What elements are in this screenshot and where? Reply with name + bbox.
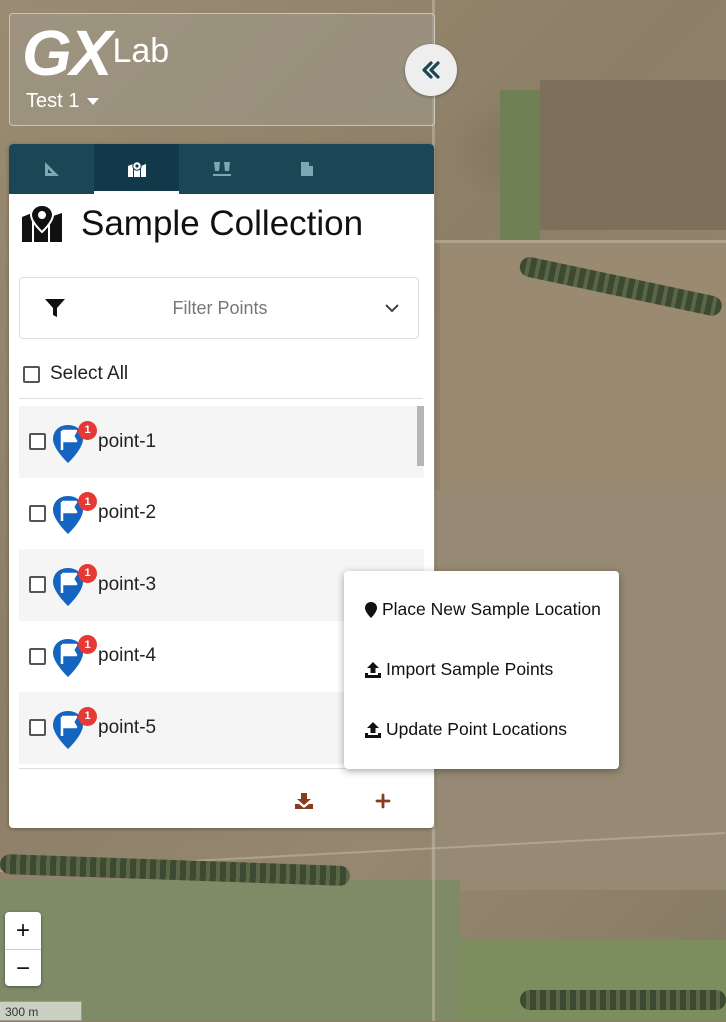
download-icon (295, 793, 313, 809)
flag-pin-icon: 1 (52, 706, 97, 751)
filter-label: Filter Points (172, 297, 268, 318)
menu-item-label: Update Point Locations (386, 719, 567, 739)
page-title: Sample Collection (81, 204, 364, 243)
chevron-down-icon (385, 304, 399, 313)
map-scale-bar: 300 m (0, 1001, 82, 1021)
collapse-panel-button[interactable] (405, 44, 457, 96)
point-label: point-2 (98, 502, 157, 524)
map-tree-line (520, 990, 726, 1010)
divider (19, 398, 423, 399)
map-field (500, 90, 540, 240)
select-all-row[interactable]: Select All (23, 363, 128, 385)
project-selector[interactable]: Test 1 (26, 90, 100, 113)
map-marker-icon (22, 205, 62, 242)
point-checkbox[interactable] (29, 576, 46, 594)
plus-icon (375, 793, 391, 809)
flag-pin-icon: 1 (52, 563, 97, 608)
point-label: point-5 (98, 716, 157, 738)
point-row[interactable]: 1 point-2 (19, 478, 424, 550)
filter-points-dropdown[interactable]: Filter Points (19, 277, 419, 339)
point-checkbox[interactable] (29, 504, 46, 522)
menu-item-update-locations[interactable]: Update Point Locations (364, 719, 567, 740)
map-field (0, 880, 460, 1021)
zoom-out-button[interactable]: − (5, 949, 41, 987)
point-checkbox[interactable] (29, 647, 46, 665)
tab-measure[interactable] (9, 144, 94, 194)
point-row[interactable]: 1 point-1 (19, 406, 424, 478)
map-field (540, 80, 726, 230)
point-count-badge: 1 (78, 420, 97, 440)
menu-item-import-points[interactable]: Import Sample Points (364, 659, 553, 680)
point-count-badge: 1 (78, 706, 97, 726)
menu-item-label: Place New Sample Location (382, 599, 601, 619)
upload-icon (365, 661, 381, 678)
tab-sample-collection[interactable] (94, 144, 179, 194)
point-count-badge: 1 (78, 563, 97, 583)
upload-icon (365, 721, 381, 738)
flag-pin-icon: 1 (52, 492, 97, 536)
point-label: point-3 (98, 573, 157, 595)
zoom-in-button[interactable]: + (5, 912, 41, 949)
header-card: GX Lab Test 1 (9, 13, 435, 126)
measure-icon (44, 162, 59, 176)
select-all-checkbox[interactable] (23, 365, 40, 383)
double-chevron-left-icon (422, 61, 440, 79)
list-scrollbar[interactable] (417, 406, 424, 466)
flag-pin-icon: 1 (52, 635, 97, 679)
point-count-badge: 1 (78, 635, 97, 655)
map-road (430, 240, 726, 243)
add-points-menu: Place New Sample Location Import Sample … (344, 571, 619, 769)
flag-pin-icon: 1 (52, 420, 97, 465)
lab-beakers-icon (212, 162, 231, 176)
point-label: point-1 (98, 430, 157, 452)
add-button[interactable] (368, 786, 398, 816)
logo-sub: Lab (112, 32, 170, 70)
menu-item-place-new-sample[interactable]: Place New Sample Location (364, 599, 601, 620)
document-icon (300, 162, 313, 176)
app-logo: GX Lab (22, 17, 170, 89)
point-checkbox[interactable] (29, 433, 46, 451)
project-name: Test 1 (26, 90, 80, 112)
caret-down-icon (87, 98, 100, 105)
point-checkbox[interactable] (29, 719, 46, 737)
map-marker-icon (127, 161, 146, 177)
download-button[interactable] (289, 786, 319, 816)
tab-bar (9, 144, 434, 194)
panel-header: Sample Collection (21, 204, 363, 244)
point-label: point-4 (98, 645, 157, 667)
map-pin-icon (365, 601, 377, 618)
tab-reports[interactable] (264, 144, 349, 194)
menu-item-label: Import Sample Points (386, 659, 554, 679)
tab-lab[interactable] (179, 144, 264, 194)
zoom-control: + − (5, 912, 41, 986)
select-all-label: Select All (50, 363, 129, 384)
point-count-badge: 1 (78, 492, 97, 512)
logo-main: GX (22, 17, 112, 89)
